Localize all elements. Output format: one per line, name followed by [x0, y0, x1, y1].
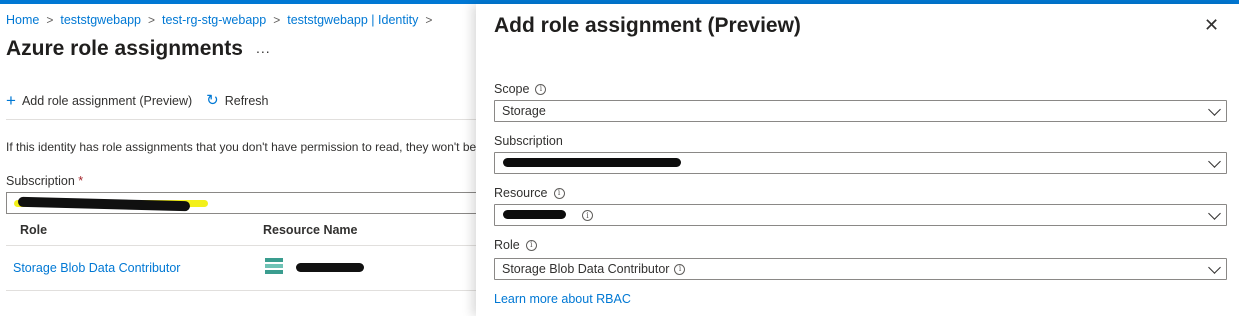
breadcrumb-separator: >: [273, 13, 281, 27]
learn-more-rbac-link[interactable]: Learn more about RBAC: [494, 292, 631, 306]
subscription-dropdown[interactable]: [494, 152, 1227, 174]
table-row-role-link[interactable]: Storage Blob Data Contributor: [13, 261, 180, 275]
storage-account-icon: [265, 258, 283, 274]
page-title: Azure role assignments: [6, 37, 243, 60]
breadcrumb-storage-account[interactable]: teststgwebapp: [60, 13, 141, 27]
divider: [6, 119, 476, 120]
redaction-mark: [296, 263, 364, 272]
command-bar: + Add role assignment (Preview) ↻ Refres…: [6, 92, 283, 109]
refresh-label: Refresh: [224, 93, 269, 108]
resource-label-text: Resource: [494, 186, 548, 200]
add-role-assignment-panel: Add role assignment (Preview) ✕ Scope i …: [476, 4, 1239, 316]
add-role-assignment-label: Add role assignment (Preview): [21, 93, 193, 108]
breadcrumb-separator: >: [46, 13, 54, 27]
info-icon[interactable]: i: [674, 263, 686, 275]
divider: [6, 245, 476, 246]
permission-info-text: If this identity has role assignments th…: [6, 140, 476, 154]
chevron-down-icon: [1208, 155, 1221, 168]
info-icon[interactable]: i: [553, 187, 565, 199]
breadcrumb-home[interactable]: Home: [6, 13, 39, 27]
subscription-label: Subscription *: [6, 174, 83, 188]
scope-value: Storage: [502, 104, 546, 118]
role-assignments-blade: Home > teststgwebapp > test-rg-stg-webap…: [0, 4, 476, 316]
subscription-label-text: Subscription: [6, 174, 75, 188]
column-header-resource-name[interactable]: Resource Name: [263, 223, 358, 237]
chevron-down-icon: [1208, 207, 1221, 220]
refresh-button[interactable]: ↻ Refresh: [206, 93, 268, 108]
add-role-assignment-button[interactable]: + Add role assignment (Preview): [6, 92, 192, 109]
chevron-down-icon: [1208, 103, 1221, 116]
info-icon[interactable]: i: [535, 83, 547, 95]
role-dropdown[interactable]: Storage Blob Data Contributor i: [494, 258, 1227, 280]
redaction-mark: [503, 158, 681, 167]
breadcrumb: Home > teststgwebapp > test-rg-stg-webap…: [6, 13, 439, 27]
role-label-text: Role: [494, 238, 520, 252]
more-options-icon[interactable]: ...: [256, 40, 271, 56]
refresh-icon: ↻: [206, 92, 219, 109]
subscription-field-label-text: Subscription: [494, 134, 563, 148]
chevron-down-icon: [1208, 261, 1221, 274]
plus-icon: +: [6, 91, 16, 110]
close-icon[interactable]: ✕: [1204, 16, 1219, 34]
breadcrumb-separator: >: [425, 13, 433, 27]
subscription-field-label: Subscription: [494, 134, 563, 148]
breadcrumb-resource-group[interactable]: test-rg-stg-webapp: [162, 13, 266, 27]
scope-dropdown[interactable]: Storage: [494, 100, 1227, 122]
required-mark: *: [78, 174, 84, 188]
divider: [6, 290, 476, 291]
column-header-role[interactable]: Role: [20, 223, 47, 237]
scope-label-text: Scope: [494, 82, 530, 96]
role-label: Role i: [494, 238, 537, 252]
scope-label: Scope i: [494, 82, 547, 96]
panel-title: Add role assignment (Preview): [494, 14, 801, 37]
breadcrumb-identity[interactable]: teststgwebapp | Identity: [287, 13, 418, 27]
resource-dropdown[interactable]: i: [494, 204, 1227, 226]
resource-label: Resource i: [494, 186, 565, 200]
info-icon[interactable]: i: [525, 239, 537, 251]
info-icon[interactable]: i: [582, 210, 593, 221]
redaction-mark: [503, 210, 566, 219]
breadcrumb-separator: >: [147, 13, 155, 27]
role-value: Storage Blob Data Contributor: [502, 262, 670, 276]
